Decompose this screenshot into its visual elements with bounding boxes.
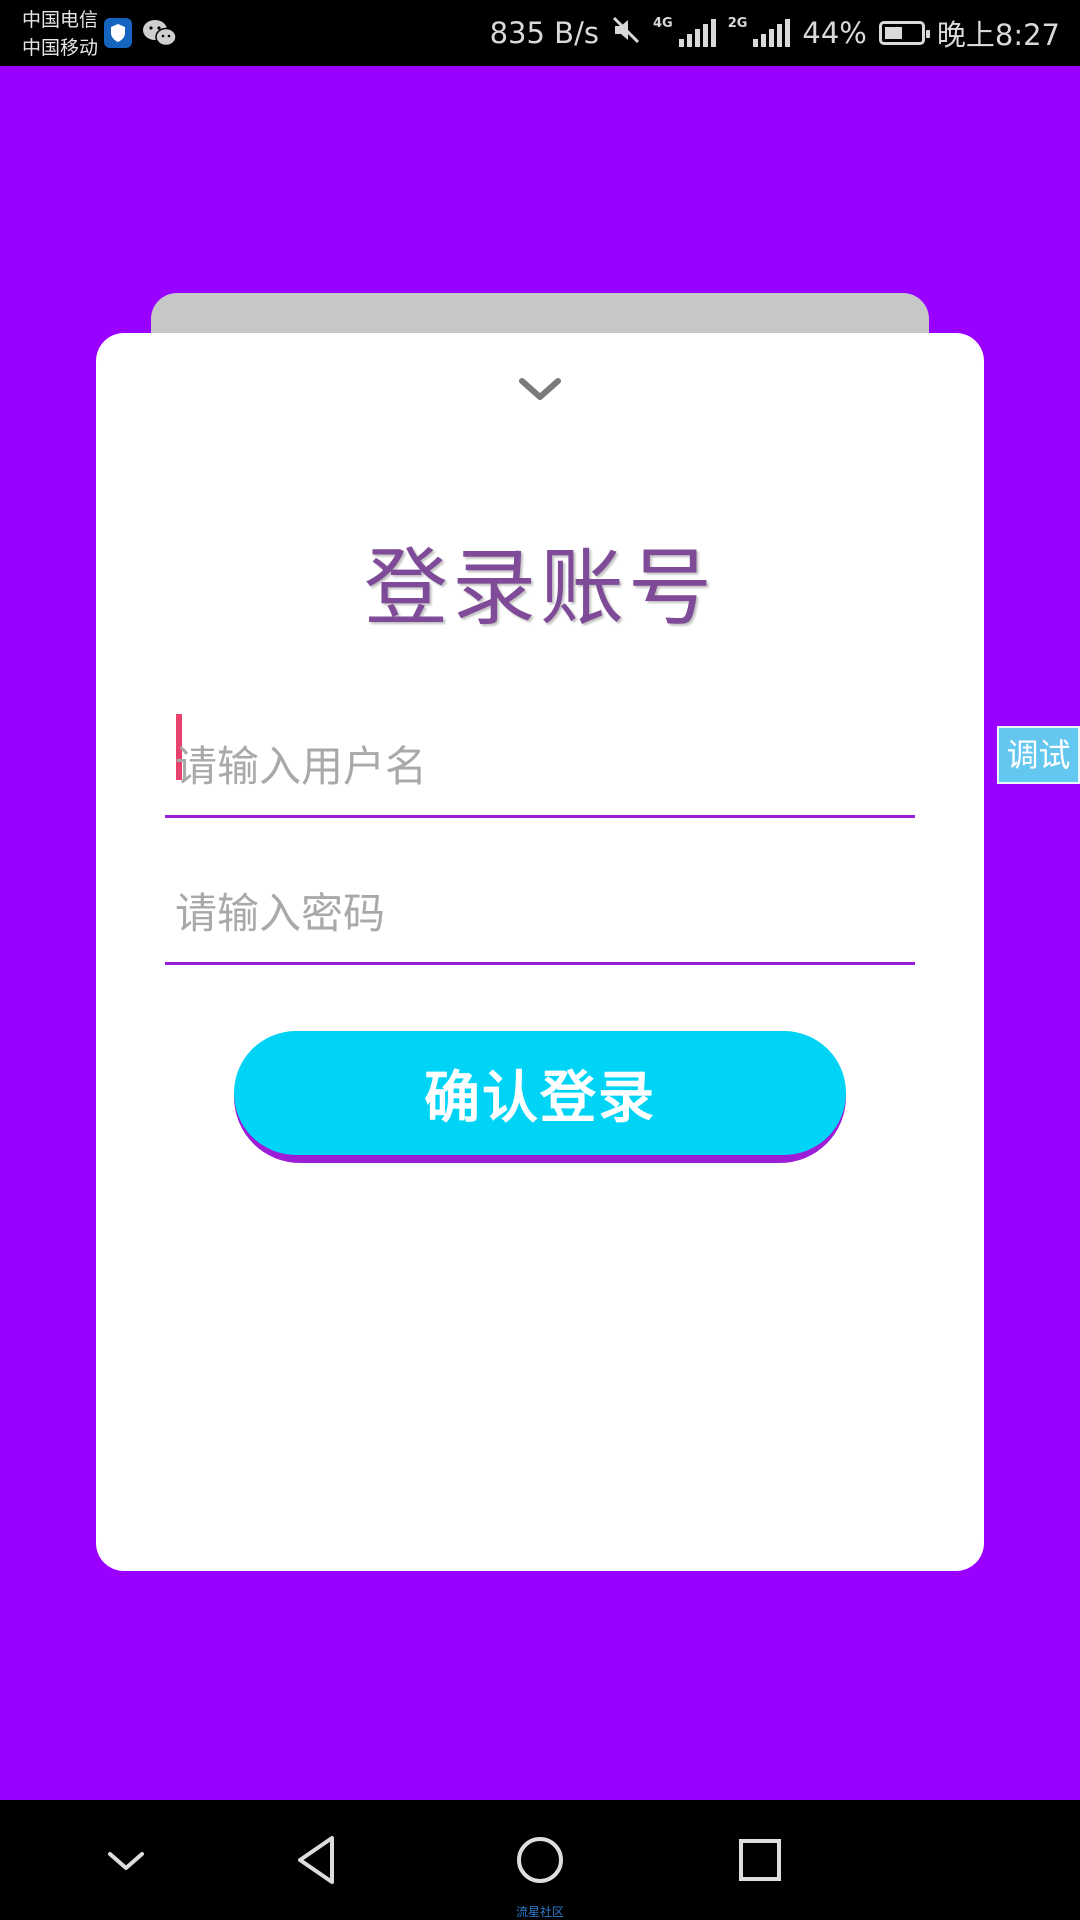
page-title: 登录账号 [363, 539, 716, 637]
carrier-2: 中国移动 [22, 37, 99, 59]
carrier-1: 中国电信 [22, 9, 99, 31]
clock: 晚上8:27 [936, 18, 1060, 52]
back-icon[interactable] [290, 1830, 350, 1890]
password-field[interactable]: 请输入密码 [165, 870, 915, 965]
shield-icon [104, 18, 132, 48]
home-icon[interactable] [510, 1830, 570, 1890]
battery-percent: 44% [802, 16, 867, 50]
net-speed: 835 B/s [489, 16, 599, 50]
wechat-icon [142, 18, 178, 48]
watermark: 流星社区 [515, 1905, 564, 1919]
mute-icon [611, 15, 641, 52]
net-type-1: 4G [652, 16, 673, 31]
chevron-down-icon[interactable] [96, 1830, 156, 1890]
recent-apps-icon[interactable] [730, 1830, 790, 1890]
login-button[interactable]: 确认登录 [234, 1031, 846, 1163]
signal-icon [753, 19, 791, 47]
status-bar: 中国电信 中国移动 835 B/s 4G 2G 44% 晚上8:27 [0, 0, 1080, 66]
chevron-down-icon[interactable] [516, 373, 564, 405]
carrier-info: 中国电信 中国移动 [22, 6, 98, 62]
username-field[interactable]: 请输入用户名 [165, 714, 915, 818]
net-type-2: 2G [727, 16, 748, 31]
login-card: 登录账号 请输入用户名 请输入密码 确认登录 [96, 333, 984, 1571]
login-button-label: 确认登录 [234, 1031, 846, 1155]
navigation-bar [0, 1800, 1080, 1920]
debug-tab[interactable]: 调试 [997, 726, 1080, 784]
password-placeholder: 请输入密码 [175, 889, 386, 938]
username-placeholder: 请输入用户名 [175, 742, 428, 791]
battery-icon [878, 21, 930, 45]
signal-icon [678, 19, 716, 47]
